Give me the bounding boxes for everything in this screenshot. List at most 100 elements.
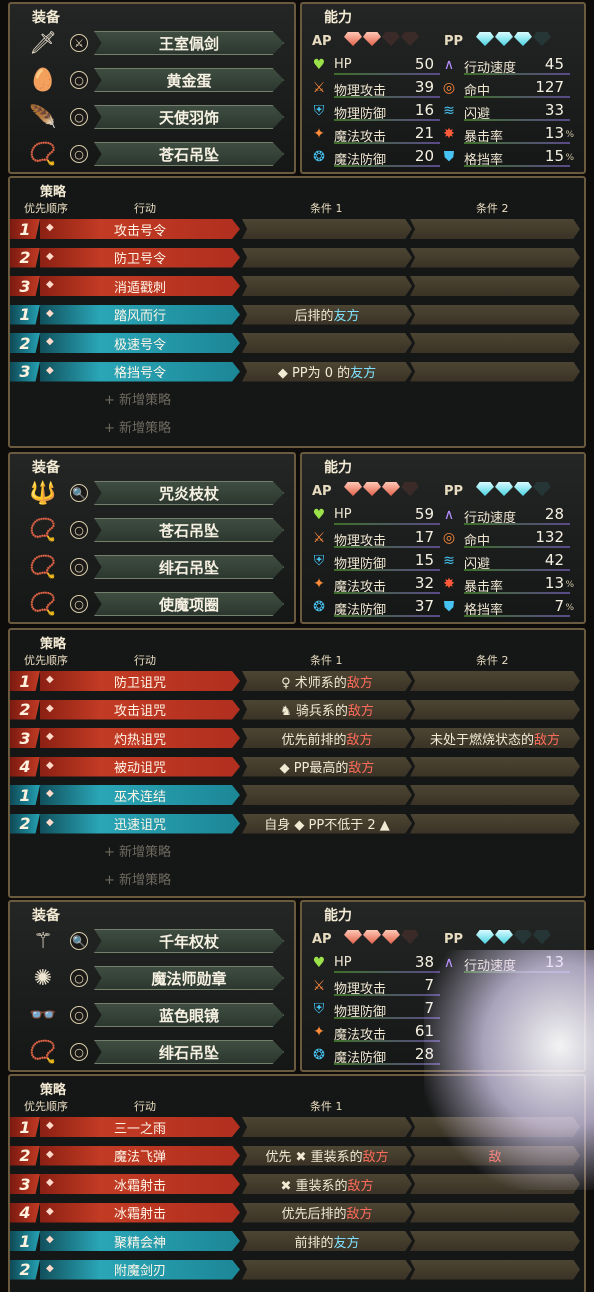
condition-1[interactable] [242,1259,412,1280]
action-button[interactable]: ◆ 极速号令 [40,333,240,353]
pendant-icon: 📿 [29,141,57,167]
condition-1[interactable]: 后排的 友方 [242,304,412,325]
strategy-row[interactable]: 4 ◆ 被动诅咒 ◆ PP最高的 敌方 [10,756,584,778]
condition-1[interactable] [242,333,412,353]
strategy-row[interactable]: 1 ◆ 攻击号令 [10,218,584,240]
condition-2[interactable]: 未处于燃烧状态的 敌方 [410,728,580,748]
condition-1[interactable]: ◆ PP为 0 的友方 [242,361,412,382]
condition-1[interactable]: ♀ 术师系的 敌方 [242,671,412,691]
condition-1[interactable] [242,785,412,805]
condition-1[interactable]: 自身 ◆ PP不低于 2 ▲ [242,813,412,834]
strategy-row[interactable]: 2 ◆ 迅速诅咒 自身 ◆ PP不低于 2 ▲ [10,813,584,835]
equipment-slot[interactable]: 📿 ○ 使魔项圈 [18,587,290,621]
strategy-row[interactable]: 1 ◆ 聚精会神 前排的 友方 [10,1230,584,1252]
equipment-name[interactable]: 苍石吊坠 [94,142,284,166]
add-strategy-button[interactable]: + 新增策略 [104,417,171,436]
equipment-name[interactable]: 苍石吊坠 [94,518,284,542]
equipment-slot[interactable]: ✺ ○ 魔法师勋章 [18,961,290,995]
strategy-row[interactable]: 1 ◆ 巫术连结 [10,784,584,806]
equipment-name[interactable]: 绯石吊坠 [94,1040,284,1064]
condition-2[interactable] [410,813,580,834]
stat-value: 59 [414,505,434,523]
equipment-slot[interactable]: 🔱 🔍 咒炎枝杖 [18,476,290,510]
condition-1[interactable]: ✖ 重装系的 敌方 [242,1174,412,1194]
condition-2[interactable] [410,361,580,382]
condition-2[interactable] [410,247,580,268]
condition-1[interactable] [242,276,412,296]
strategy-row[interactable]: 3 ◆ 灼热诅咒 优先前排的 敌方 未处于燃烧状态的 敌方 [10,727,584,749]
equipment-slot[interactable]: 🗡 ⚔ 王室佩剑 [18,26,290,60]
action-button[interactable]: ◆ 格挡号令 [40,361,240,382]
equipment-slot[interactable]: ⚚ 🔍 千年权杖 [18,924,290,958]
condition-2[interactable] [410,1231,580,1251]
condition-2[interactable] [410,756,580,777]
equipment-slot[interactable]: 📿 ○ 苍石吊坠 [18,137,290,171]
equipment-name[interactable]: 魔法师勋章 [94,966,284,990]
condition-1[interactable] [242,247,412,268]
strategy-row[interactable]: 4 ◆ 冰霜射击 优先后排的 敌方 [10,1202,584,1224]
condition-2[interactable] [410,333,580,353]
equipment-slot[interactable]: 👓 ○ 蓝色眼镜 [18,998,290,1032]
condition-2[interactable] [410,671,580,691]
condition-1[interactable]: ◆ PP最高的 敌方 [242,756,412,777]
equipment-slot[interactable]: 📿 ○ 绯石吊坠 [18,1035,290,1069]
condition-1[interactable]: 优先 ✖ 重装系的 敌方 [242,1145,412,1166]
equipment-slot[interactable]: 📿 ○ 绯石吊坠 [18,550,290,584]
condition-2[interactable] [410,699,580,720]
add-strategy-button[interactable]: + 新增策略 [104,869,171,888]
action-button[interactable]: ◆ 迅速诅咒 [40,813,240,834]
condition-1[interactable] [242,1117,412,1137]
add-strategy-button[interactable]: + 新增策略 [104,841,171,860]
action-button[interactable]: ◆ 踏风而行 [40,304,240,325]
strategy-row[interactable]: 2 ◆ 附魔剑刃 [10,1259,584,1281]
action-button[interactable]: ◆ 冰霜射击 [40,1174,240,1194]
action-button[interactable]: ◆ 被动诅咒 [40,756,240,777]
equipment-name[interactable]: 使魔项圈 [94,592,284,616]
condition-1[interactable] [242,219,412,239]
equipment-name[interactable]: 咒炎枝杖 [94,481,284,505]
magic-shield-icon: ❂ [313,149,325,165]
strategy-row[interactable]: 3 ◆ 格挡号令 ◆ PP为 0 的友方 [10,361,584,383]
condition-1[interactable]: 优先前排的 敌方 [242,728,412,748]
condition-1[interactable]: ♞ 骑兵系的 敌方 [242,699,412,720]
action-button[interactable]: ◆ 魔法飞弹 [40,1145,240,1166]
action-button[interactable]: ◆ 聚精会神 [40,1231,240,1251]
action-button[interactable]: ◆ 附魔剑刃 [40,1259,240,1280]
action-button[interactable]: ◆ 灼热诅咒 [40,728,240,748]
equipment-name[interactable]: 绯石吊坠 [94,555,284,579]
action-button[interactable]: ◆ 攻击号令 [40,219,240,239]
equipment-slot[interactable]: 🪶 ○ 天使羽饰 [18,100,290,134]
action-button[interactable]: ◆ 防卫诅咒 [40,671,240,691]
equipment-name[interactable]: 千年权杖 [94,929,284,953]
strategy-row[interactable]: 1 ◆ 踏风而行 后排的 友方 [10,304,584,326]
equipment-slot[interactable]: 📿 ○ 苍石吊坠 [18,513,290,547]
equipment-slot[interactable]: 🥚 ○ 黄金蛋 [18,63,290,97]
ap-gem-icon [344,32,362,46]
condition-2[interactable] [410,1259,580,1280]
condition-2[interactable] [410,219,580,239]
condition-2[interactable] [410,276,580,296]
strategy-row[interactable]: 2 ◆ 极速号令 [10,332,584,354]
action-button[interactable]: ◆ 攻击诅咒 [40,699,240,720]
condition-2[interactable] [410,1202,580,1223]
action-button[interactable]: ◆ 消遁戳刺 [40,276,240,296]
add-strategy-button[interactable]: + 新增策略 [104,389,171,408]
stat-underline [334,165,440,167]
action-button[interactable]: ◆ 防卫号令 [40,247,240,268]
condition-1[interactable]: 优先后排的 敌方 [242,1202,412,1223]
strategy-row[interactable]: 3 ◆ 消遁戳刺 [10,275,584,297]
evasion-icon: ≋ [443,103,455,119]
action-button[interactable]: ◆ 巫术连结 [40,785,240,805]
condition-2[interactable] [410,304,580,325]
strategy-row[interactable]: 2 ◆ 防卫号令 [10,247,584,269]
equipment-name[interactable]: 蓝色眼镜 [94,1003,284,1027]
condition-2[interactable] [410,785,580,805]
condition-1[interactable]: 前排的 友方 [242,1231,412,1251]
equipment-name[interactable]: 黄金蛋 [94,68,284,92]
equipment-name[interactable]: 天使羽饰 [94,105,284,129]
equipment-name[interactable]: 王室佩剑 [94,31,284,55]
strategy-row[interactable]: 2 ◆ 攻击诅咒 ♞ 骑兵系的 敌方 [10,699,584,721]
action-button[interactable]: ◆ 冰霜射击 [40,1202,240,1223]
strategy-row[interactable]: 1 ◆ 防卫诅咒 ♀ 术师系的 敌方 [10,670,584,692]
action-button[interactable]: ◆ 三一之雨 [40,1117,240,1137]
